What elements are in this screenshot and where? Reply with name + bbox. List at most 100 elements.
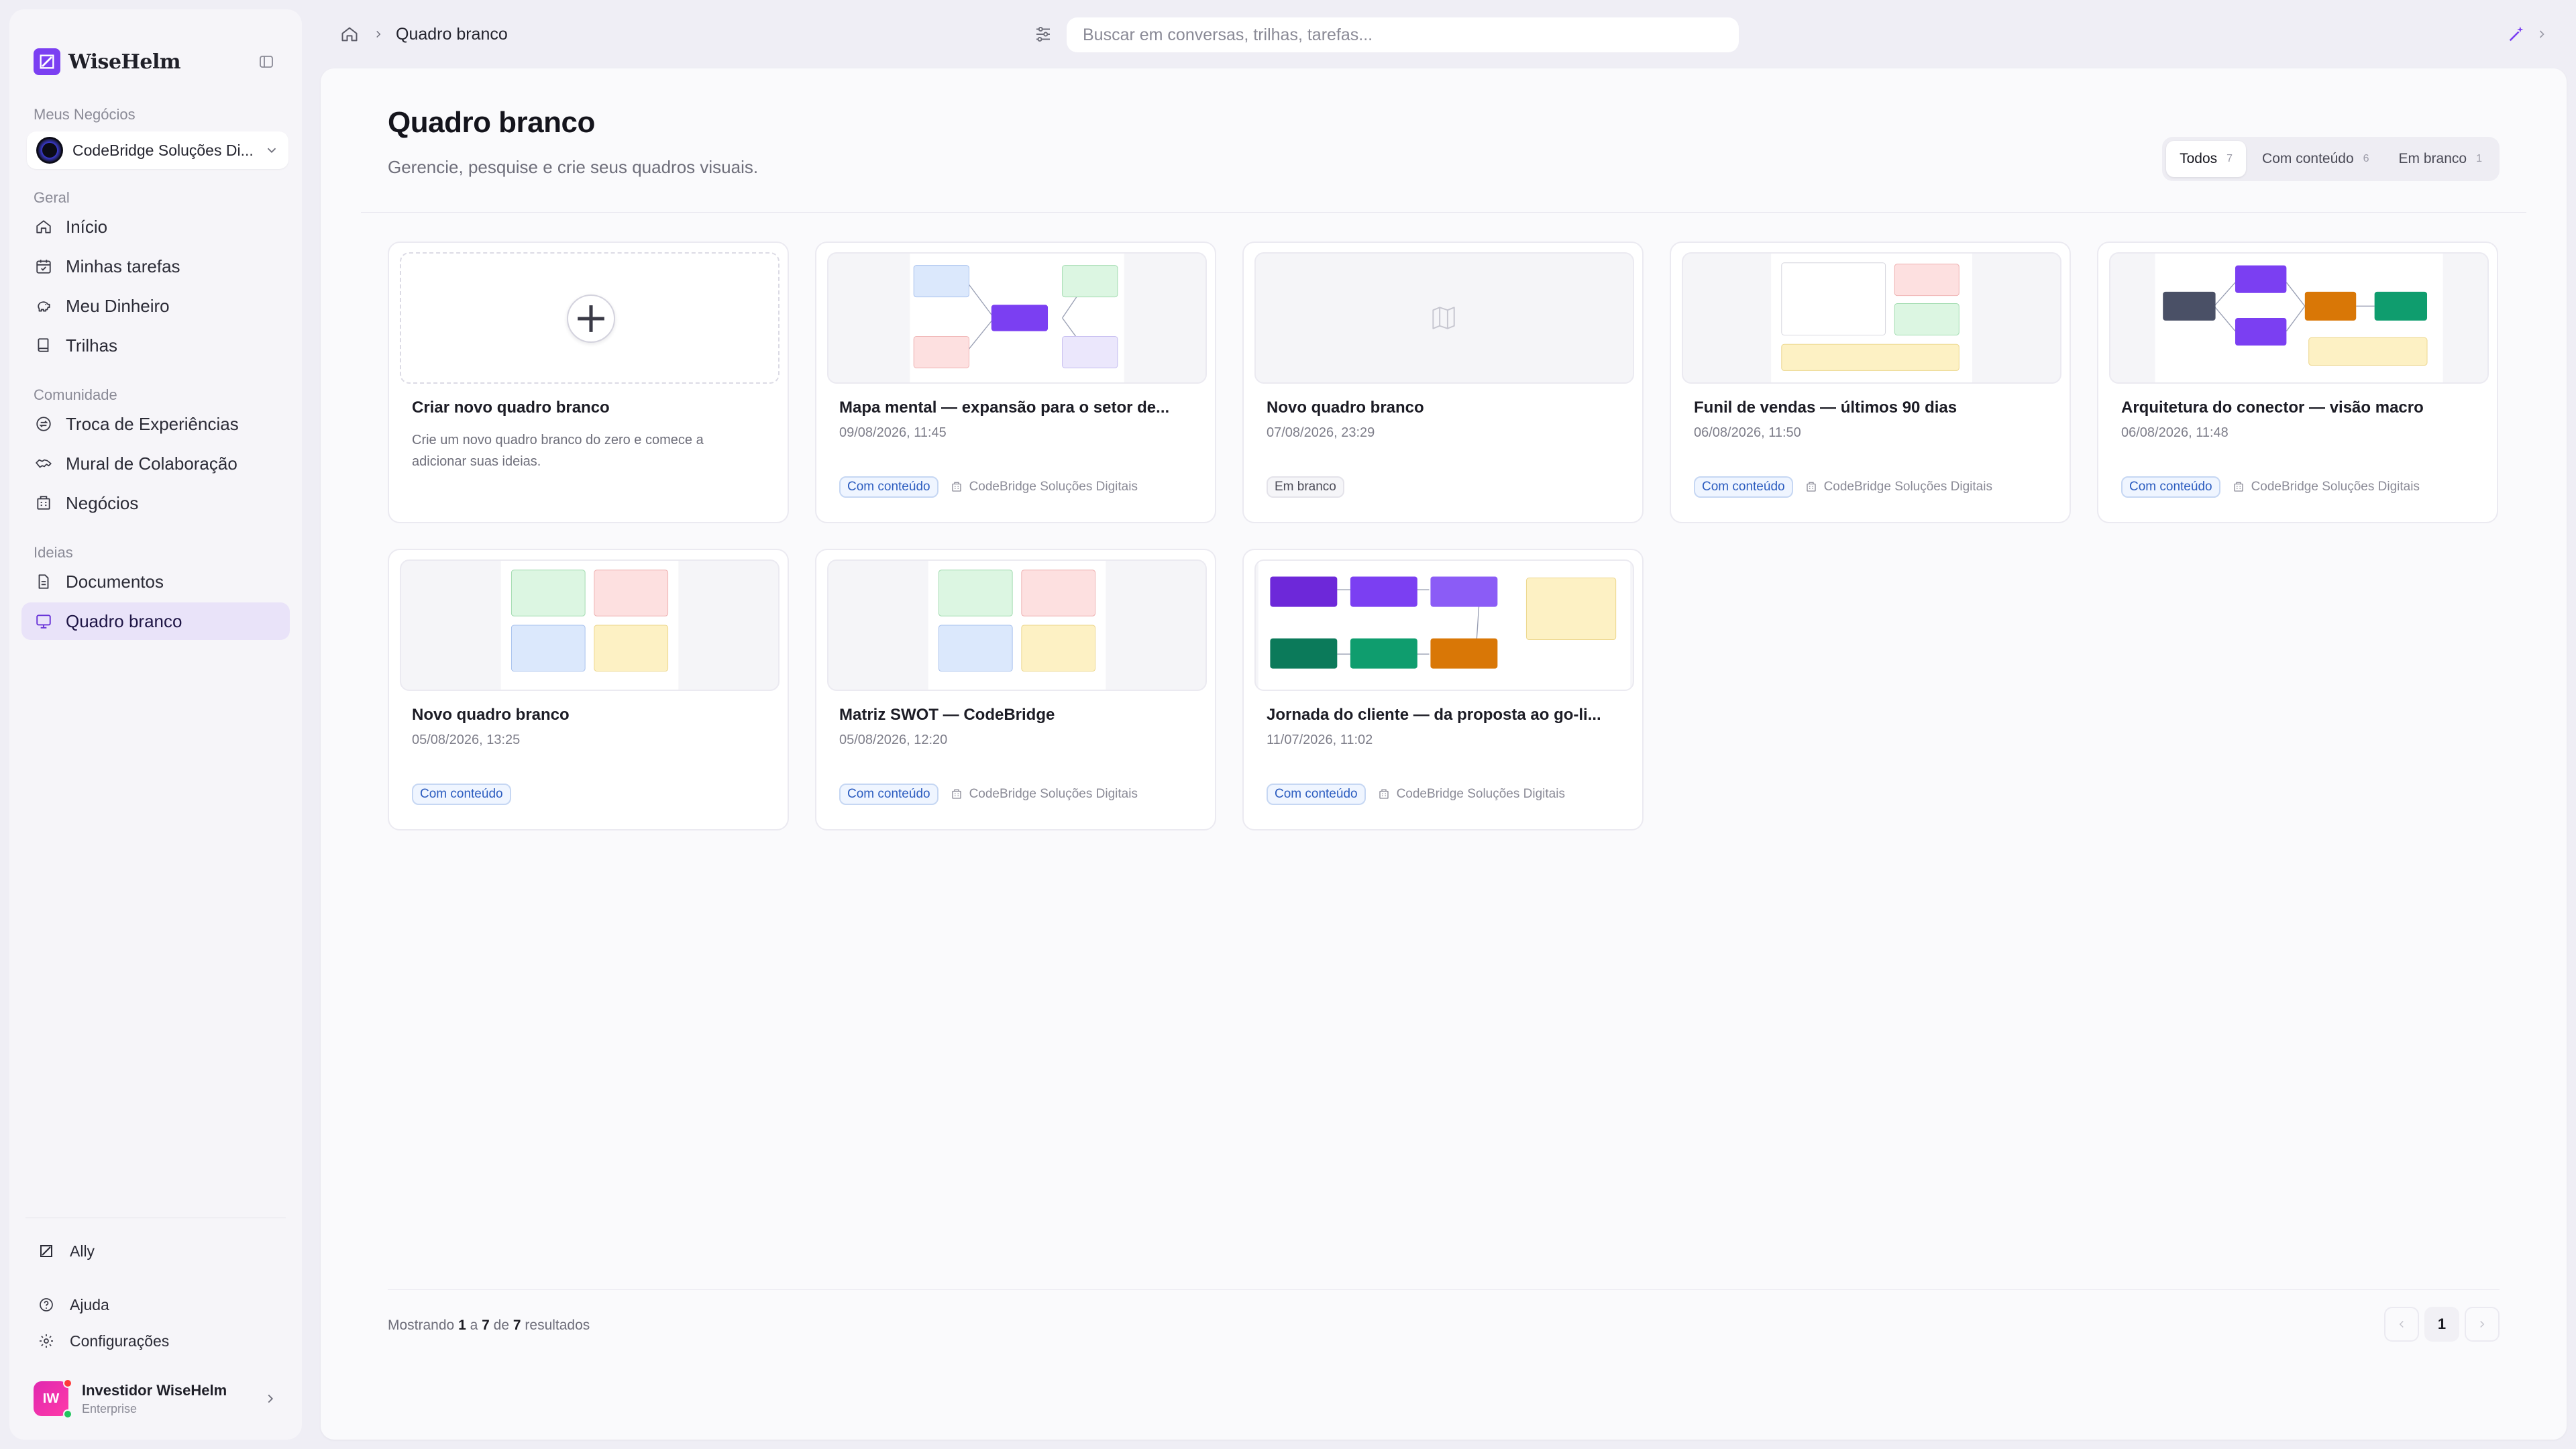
board-card[interactable]: Novo quadro branco 07/08/2026, 23:29 Em … (1242, 241, 1644, 523)
breadcrumb-current: Quadro branco (396, 24, 508, 44)
page-button-current[interactable]: 1 (2424, 1307, 2459, 1342)
divider (388, 1289, 2500, 1290)
handshake-icon (34, 453, 54, 474)
divider (361, 212, 2526, 213)
section-label-ideias: Ideias (34, 544, 73, 561)
sidebar-item-negocios[interactable]: Negócios (21, 484, 290, 522)
status-badge: Com conteúdo (1267, 784, 1366, 805)
sidebar-item-label: Ally (70, 1242, 95, 1260)
collapse-sidebar-icon[interactable] (255, 50, 278, 73)
sidebar-item-label: Troca de Experiências (66, 413, 239, 434)
results-to: 7 (482, 1318, 490, 1333)
section-label-my-business: Meus Negócios (34, 106, 136, 123)
sidebar-item-ajuda[interactable]: Ajuda (9, 1287, 302, 1323)
search-filter-icon[interactable] (1030, 21, 1056, 47)
card-title: Matriz SWOT — CodeBridge (839, 706, 1055, 724)
tab-count: 7 (2226, 153, 2233, 164)
board-card[interactable]: Novo quadro branco 05/08/2026, 13:25 Com… (388, 549, 789, 830)
board-card[interactable]: Funil de vendas — últimos 90 dias 06/08/… (1670, 241, 2071, 523)
sidebar-item-label: Quadro branco (66, 610, 182, 631)
business-name: CodeBridge Soluções Di... (72, 141, 254, 159)
status-badge: Com conteúdo (1694, 476, 1793, 498)
create-board-card[interactable]: Criar novo quadro branco Crie um novo qu… (388, 241, 789, 523)
brand[interactable]: WiseHelm (9, 38, 302, 86)
wisehelm-logo-icon (34, 48, 60, 75)
sidebar-item-label: Meu Dinheiro (66, 295, 170, 316)
business-avatar (36, 137, 63, 164)
org-name: CodeBridge Soluções Digitais (969, 480, 1138, 494)
tab-todos[interactable]: Todos 7 (2166, 141, 2247, 177)
sidebar-item-mural[interactable]: Mural de Colaboração (21, 445, 290, 482)
sidebar-item-configuracoes[interactable]: Configurações (9, 1323, 302, 1359)
document-icon (34, 572, 54, 592)
org-label: CodeBridge Soluções Digitais (949, 787, 1138, 802)
card-date: 05/08/2026, 12:20 (839, 733, 948, 747)
sidebar-item-documentos[interactable]: Documentos (21, 563, 290, 600)
pagination: 1 (2384, 1307, 2500, 1342)
sidebar-item-trilhas[interactable]: Trilhas (21, 327, 290, 364)
card-tags: Com conteúdo (412, 784, 511, 805)
board-card[interactable]: Arquitetura do conector — visão macro 06… (2097, 241, 2498, 523)
sidebar-item-label: Trilhas (66, 335, 118, 356)
chevron-down-icon (267, 148, 276, 154)
org-name: CodeBridge Soluções Digitais (1823, 480, 1992, 494)
breadcrumb-separator-icon (370, 28, 386, 40)
search-input[interactable] (1067, 17, 1739, 52)
page-title: Quadro branco (388, 106, 595, 139)
user-menu[interactable]: IW Investidor WiseHelm Enterprise (9, 1375, 302, 1422)
plus-icon[interactable] (567, 294, 615, 343)
board-card[interactable]: Jornada do cliente — da proposta ao go-l… (1242, 549, 1644, 830)
status-badge: Com conteúdo (412, 784, 511, 805)
sidebar-item-dinheiro[interactable]: Meu Dinheiro (21, 287, 290, 325)
board-card[interactable]: Matriz SWOT — CodeBridge 05/08/2026, 12:… (815, 549, 1216, 830)
tab-count: 6 (2363, 153, 2369, 164)
sidebar-item-label: Ajuda (70, 1295, 109, 1313)
card-date: 06/08/2026, 11:48 (2121, 425, 2229, 440)
section-label-geral: Geral (34, 189, 70, 206)
ai-sparkle-icon[interactable] (2504, 21, 2529, 47)
tab-label: Com conteúdo (2262, 151, 2354, 166)
user-meta: Investidor WiseHelm Enterprise (82, 1382, 263, 1416)
card-title: Mapa mental — expansão para o setor de..… (839, 398, 1170, 417)
section-label-comunidade: Comunidade (34, 386, 117, 403)
breadcrumb-home-icon[interactable] (338, 23, 361, 46)
org-name: CodeBridge Soluções Digitais (969, 787, 1138, 801)
building-icon (949, 787, 964, 802)
building-icon (2231, 480, 2246, 494)
sidebar-item-label: Negócios (66, 492, 139, 513)
business-selector[interactable]: CodeBridge Soluções Di... (27, 131, 288, 169)
sidebar-item-label: Configurações (70, 1332, 170, 1350)
board-thumbnail (400, 559, 780, 691)
ai-panel-chevron-icon[interactable] (2532, 23, 2552, 46)
board-thumbnail (1254, 252, 1634, 384)
sidebar-item-troca[interactable]: Troca de Experiências (21, 405, 290, 443)
results-to-word: a (470, 1318, 478, 1333)
chevron-right-icon (2480, 1320, 2485, 1328)
home-icon (34, 217, 54, 237)
card-date: 07/08/2026, 23:29 (1267, 425, 1375, 440)
sidebar-item-tarefas[interactable]: Minhas tarefas (21, 248, 290, 285)
filter-tabs: Todos 7 Com conteúdo 6 Em branco 1 (2162, 137, 2500, 181)
card-tags: Com conteúdo CodeBridge Soluções Digitai… (839, 784, 1138, 805)
next-page-button[interactable] (2465, 1307, 2500, 1342)
tab-em-branco[interactable]: Em branco 1 (2385, 141, 2496, 177)
card-title: Criar novo quadro branco (412, 398, 610, 417)
avatar: IW (34, 1379, 72, 1419)
sidebar: WiseHelm Meus Negócios CodeBridge Soluçõ… (9, 9, 302, 1440)
card-tags: Com conteúdo CodeBridge Soluções Digitai… (1694, 476, 1992, 498)
sidebar-item-inicio[interactable]: Início (21, 208, 290, 246)
sidebar-item-quadro-branco[interactable]: Quadro branco (21, 602, 290, 640)
exchange-icon (34, 414, 54, 434)
card-tags: Com conteúdo CodeBridge Soluções Digitai… (1267, 784, 1565, 805)
user-plan: Enterprise (82, 1401, 138, 1415)
board-card[interactable]: Mapa mental — expansão para o setor de..… (815, 241, 1216, 523)
prev-page-button[interactable] (2384, 1307, 2419, 1342)
sidebar-bottom: Ally Ajuda Configurações IW Investidor W… (9, 1218, 302, 1440)
tab-com-conteudo[interactable]: Com conteúdo 6 (2249, 141, 2383, 177)
sidebar-item-ally[interactable]: Ally (9, 1233, 302, 1269)
brand-name: WiseHelm (68, 50, 181, 74)
org-name: CodeBridge Soluções Digitais (1396, 787, 1565, 801)
tab-label: Em branco (2398, 151, 2467, 166)
card-date: 06/08/2026, 11:50 (1694, 425, 1801, 440)
